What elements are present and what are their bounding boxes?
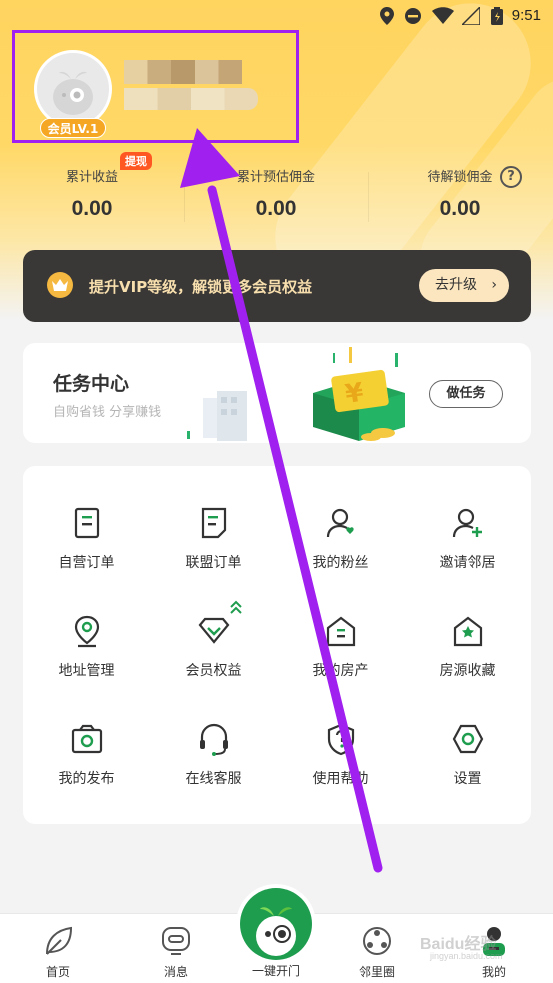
- task-center-subtitle: 自购省钱 分享赚钱: [53, 405, 162, 420]
- status-bar: 9:51: [0, 0, 553, 32]
- grid-item-label: 我的发布: [58, 771, 115, 787]
- task-illustration-icon: ¥: [187, 347, 405, 441]
- camera-icon: [71, 724, 103, 754]
- tab-label: 一键开门: [251, 964, 300, 978]
- settings-icon: [452, 724, 484, 754]
- stat-total-income[interactable]: 累计收益 0.00: [0, 166, 184, 221]
- chevron-right-icon: ›: [491, 277, 497, 293]
- watermark-subtext: jingyan.baidu.com: [430, 951, 503, 961]
- grid-item-label: 我的粉丝: [312, 555, 369, 571]
- stat-value: 0.00: [71, 197, 113, 220]
- headset-icon: [200, 723, 228, 756]
- grid-item-help[interactable]: 使用帮助: [277, 702, 404, 802]
- fans-icon: [326, 508, 354, 538]
- grid-item-my-fans[interactable]: 我的粉丝: [277, 486, 404, 586]
- stat-label: 待解锁佣金: [427, 170, 493, 185]
- document-icon: [201, 507, 227, 539]
- stat-locked-commission[interactable]: 待解锁佣金 0.00: [368, 166, 552, 221]
- grid-item-settings[interactable]: 设置: [404, 702, 531, 802]
- community-icon: [363, 927, 391, 955]
- tab-label: 消息: [163, 965, 188, 979]
- earnings-stats: 累计收益 0.00 提现 累计预估佣金 0.00 待解锁佣金 0.00 ?: [0, 150, 553, 230]
- upgrade-button[interactable]: 去升级 ›: [419, 269, 509, 302]
- location-icon: [380, 7, 394, 25]
- stat-value: 0.00: [255, 197, 297, 220]
- tab-label: 我的: [481, 965, 506, 979]
- annotation-highlight-box: [12, 30, 299, 143]
- status-time: 9:51: [511, 7, 541, 24]
- invite-icon: [452, 508, 482, 538]
- vip-banner-text: 提升VIP等级，解锁更多会员权益: [89, 278, 313, 296]
- tab-messages[interactable]: 消息: [121, 914, 231, 983]
- grid-item-label: 地址管理: [58, 663, 115, 679]
- house-icon: [326, 616, 356, 647]
- grid-item-customer-service[interactable]: 在线客服: [150, 702, 277, 802]
- signal-icon: [462, 7, 480, 25]
- grid-item-alliance-orders[interactable]: 联盟订单: [150, 486, 277, 586]
- grid-item-label: 我的房产: [312, 663, 369, 679]
- tab-home[interactable]: 首页: [3, 914, 113, 983]
- help-question-icon[interactable]: ?: [500, 166, 522, 188]
- task-center-card[interactable]: 任务中心 自购省钱 分享赚钱 ¥ 做任务: [23, 343, 531, 443]
- grid-item-label: 房源收藏: [439, 663, 496, 679]
- leaf-icon: [46, 926, 73, 955]
- diamond-icon: [198, 617, 230, 644]
- crown-icon: [47, 272, 73, 298]
- grid-item-label: 设置: [453, 771, 482, 787]
- grid-item-label: 会员权益: [185, 663, 242, 679]
- grid-item-saved-listings[interactable]: 房源收藏: [404, 594, 531, 694]
- mascot-icon: [240, 888, 312, 960]
- grid-item-address[interactable]: 地址管理: [23, 594, 150, 694]
- battery-icon: [491, 7, 503, 25]
- grid-item-invite-neighbors[interactable]: 邀请邻居: [404, 486, 531, 586]
- grid-item-label: 在线客服: [185, 771, 242, 787]
- stat-label: 累计预估佣金: [236, 170, 315, 185]
- chevron-up-icon: [230, 600, 242, 614]
- grid-item-my-property[interactable]: 我的房产: [277, 594, 404, 694]
- stat-label: 累计收益: [65, 170, 118, 185]
- grid-item-label: 联盟订单: [185, 555, 242, 571]
- upgrade-button-label: 去升级: [435, 277, 477, 293]
- stat-estimated-commission[interactable]: 累计预估佣金 0.00: [184, 166, 368, 221]
- order-icon: [74, 507, 100, 539]
- tab-community[interactable]: 邻里圈: [322, 914, 432, 983]
- do-task-button[interactable]: 做任务: [429, 380, 503, 408]
- wifi-icon: [432, 7, 454, 25]
- location-pin-icon: [74, 615, 100, 648]
- tab-one-click-open[interactable]: [236, 884, 316, 964]
- grid-item-label: 使用帮助: [312, 771, 369, 787]
- function-grid: 自营订单 联盟订单 我的粉丝 邀请邻居 地址管理 会员权益 我的房产 房源收藏 …: [23, 466, 531, 824]
- message-icon: [162, 927, 190, 955]
- grid-item-member-benefits[interactable]: 会员权益: [150, 594, 277, 694]
- grid-item-label: 邀请邻居: [439, 555, 496, 571]
- stat-value: 0.00: [439, 197, 481, 220]
- grid-item-my-posts[interactable]: 我的发布: [23, 702, 150, 802]
- grid-item-self-orders[interactable]: 自营订单: [23, 486, 150, 586]
- house-star-icon: [453, 616, 483, 647]
- dnd-icon: [404, 7, 422, 25]
- task-center-title: 任务中心: [53, 373, 130, 395]
- withdraw-tag[interactable]: 提现: [120, 152, 152, 170]
- grid-item-label: 自营订单: [58, 555, 115, 571]
- tab-label: 首页: [45, 965, 70, 979]
- tab-label: 邻里圈: [358, 965, 395, 979]
- help-shield-icon: [327, 723, 355, 756]
- vip-upgrade-banner[interactable]: 提升VIP等级，解锁更多会员权益 去升级 ›: [23, 250, 531, 322]
